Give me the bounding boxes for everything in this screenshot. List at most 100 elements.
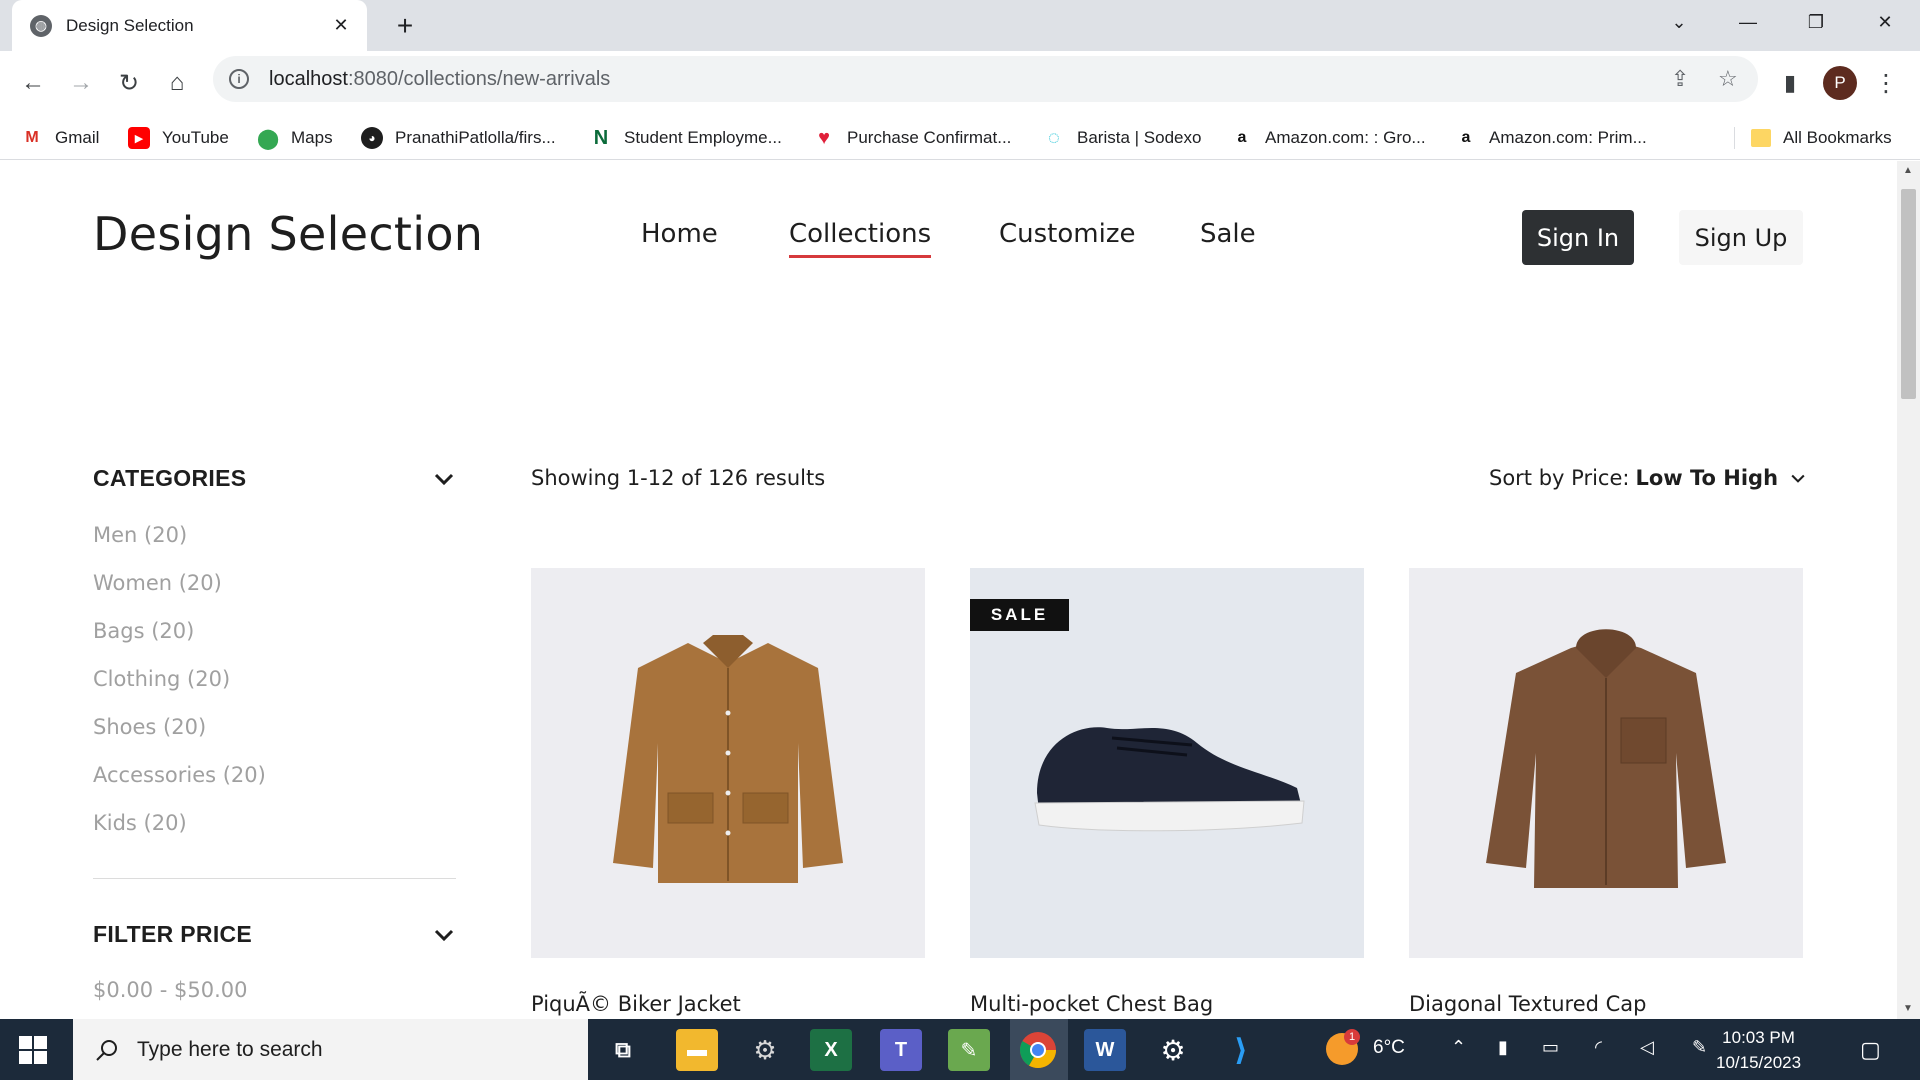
- sort-dropdown[interactable]: Sort by Price: Low To High: [1489, 466, 1808, 490]
- site-brand[interactable]: Design Selection: [93, 207, 483, 261]
- pen-icon[interactable]: ✎: [1692, 1037, 1707, 1058]
- tray-chevron-up-icon[interactable]: ⌃: [1451, 1037, 1466, 1058]
- nav-collections[interactable]: Collections: [789, 219, 932, 258]
- weather-badge: 1: [1344, 1029, 1360, 1045]
- all-bookmarks[interactable]: All Bookmarks: [1751, 123, 1892, 153]
- sale-badge: SALE: [970, 599, 1069, 631]
- category-clothing[interactable]: Clothing (20): [93, 667, 230, 691]
- bookmark-maps[interactable]: ⬤ Maps: [257, 123, 333, 153]
- jacket-image: [613, 635, 843, 883]
- category-men[interactable]: Men (20): [93, 523, 187, 547]
- paint-icon[interactable]: ✎: [948, 1029, 990, 1071]
- chevron-down-icon[interactable]: [432, 467, 456, 491]
- nav-customize[interactable]: Customize: [999, 219, 1135, 249]
- category-shoes[interactable]: Shoes (20): [93, 715, 206, 739]
- sign-in-button[interactable]: Sign In: [1522, 210, 1634, 265]
- bookmark-github[interactable]: ◕ PranathiPatlolla/firs...: [361, 123, 556, 153]
- browser-tabstrip: ◍ Design Selection ✕ + ⌄ — ❐ ✕: [0, 0, 1920, 51]
- task-view-icon[interactable]: ⧉: [602, 1029, 644, 1071]
- taskbar-search[interactable]: Type here to search: [73, 1019, 588, 1080]
- side-panel-icon[interactable]: ▮: [1772, 65, 1808, 101]
- bookmark-student-employment[interactable]: N Student Employme...: [590, 123, 782, 153]
- windows-start-icon[interactable]: [18, 1035, 48, 1065]
- bookmark-purchase[interactable]: ♥ Purchase Confirmat...: [813, 123, 1011, 153]
- tab-title: Design Selection: [66, 15, 194, 35]
- back-icon[interactable]: ←: [15, 65, 51, 101]
- bookmark-label: YouTube: [162, 128, 229, 147]
- bookmark-youtube[interactable]: ▶ YouTube: [128, 123, 229, 153]
- menu-dots-icon[interactable]: ⋮: [1868, 65, 1904, 101]
- excel-icon[interactable]: X: [810, 1029, 852, 1071]
- minimize-icon[interactable]: —: [1720, 0, 1776, 44]
- battery-icon[interactable]: ▭: [1542, 1037, 1559, 1058]
- product-name[interactable]: Diagonal Textured Cap: [1409, 992, 1646, 1016]
- scroll-up-icon[interactable]: ▲: [1903, 165, 1913, 176]
- teams-icon[interactable]: T: [880, 1029, 922, 1071]
- scroll-down-icon[interactable]: ▼: [1903, 1003, 1913, 1014]
- category-kids[interactable]: Kids (20): [93, 811, 187, 835]
- reload-icon[interactable]: ↻: [111, 65, 147, 101]
- bookmark-amazon-prim[interactable]: a Amazon.com: Prim...: [1455, 123, 1647, 153]
- bookmark-amazon-gro[interactable]: a Amazon.com: : Gro...: [1231, 123, 1426, 153]
- window-close-icon[interactable]: ✕: [1857, 0, 1913, 44]
- notifications-icon[interactable]: ▢: [1860, 1037, 1881, 1063]
- bookmarks-divider: [1734, 127, 1735, 149]
- bookmark-gmail[interactable]: M Gmail: [21, 123, 99, 153]
- product-card[interactable]: PiquÃ© Biker Jacket: [531, 568, 925, 1016]
- page-scrollbar[interactable]: ▲ ▼: [1897, 161, 1920, 1019]
- folder-icon: [1751, 129, 1771, 147]
- github-icon: ◕: [361, 127, 383, 149]
- nav-home[interactable]: Home: [641, 219, 718, 249]
- bookmark-star-icon[interactable]: ☆: [1718, 66, 1738, 92]
- product-image-shirt[interactable]: [1409, 568, 1803, 958]
- word-icon[interactable]: W: [1084, 1029, 1126, 1071]
- taskbar-clock[interactable]: 10:03 PM 10/15/2023: [1716, 1025, 1801, 1075]
- sort-label: Sort by Price:: [1489, 466, 1630, 490]
- product-image-jacket[interactable]: [531, 568, 925, 958]
- filter-price-heading: FILTER PRICE: [93, 921, 253, 947]
- all-bookmarks-label: All Bookmarks: [1783, 128, 1892, 147]
- settings-icon[interactable]: ⚙: [1152, 1029, 1194, 1071]
- volume-icon[interactable]: ◁: [1640, 1037, 1654, 1058]
- chevron-down-icon[interactable]: [432, 923, 456, 947]
- forward-icon[interactable]: →: [63, 65, 99, 101]
- weather-temp[interactable]: 6°C: [1373, 1037, 1405, 1059]
- tab-search-icon[interactable]: ⌄: [1651, 0, 1707, 44]
- shirt-image: [1486, 629, 1726, 888]
- address-bar[interactable]: i localhost:8080/collections/new-arrival…: [213, 56, 1758, 102]
- close-tab-icon[interactable]: ✕: [329, 15, 353, 36]
- product-card[interactable]: SALE Multi-pocket Chest Bag: [970, 568, 1364, 1016]
- product-name[interactable]: PiquÃ© Biker Jacket: [531, 992, 741, 1016]
- restore-icon[interactable]: ❐: [1788, 0, 1844, 44]
- nav-sale[interactable]: Sale: [1200, 219, 1256, 249]
- category-bags[interactable]: Bags (20): [93, 619, 194, 643]
- vscode-icon[interactable]: ⟩: [1220, 1029, 1262, 1071]
- category-women[interactable]: Women (20): [93, 571, 222, 595]
- bookmark-barista[interactable]: ◌ Barista | Sodexo: [1043, 123, 1201, 153]
- amazon-icon: a: [1237, 129, 1247, 146]
- sidebar-divider: [93, 878, 456, 879]
- site-info-icon[interactable]: i: [229, 69, 249, 89]
- profile-avatar[interactable]: P: [1823, 66, 1857, 100]
- gmail-icon: M: [25, 129, 39, 146]
- category-accessories[interactable]: Accessories (20): [93, 763, 266, 787]
- scrollbar-thumb[interactable]: [1901, 189, 1916, 399]
- browser-tab[interactable]: ◍ Design Selection ✕: [12, 0, 367, 51]
- sort-value: Low To High: [1635, 466, 1779, 490]
- file-explorer-icon[interactable]: ▬: [676, 1029, 718, 1071]
- page-content: Design Selection Home Collections Custom…: [0, 161, 1897, 1019]
- wifi-icon[interactable]: ◜: [1595, 1037, 1602, 1058]
- microphone-icon[interactable]: ▮: [1498, 1037, 1508, 1058]
- sign-up-button[interactable]: Sign Up: [1679, 210, 1803, 265]
- share-icon[interactable]: ⇪: [1671, 66, 1689, 92]
- new-tab-button[interactable]: +: [388, 9, 422, 43]
- amazon-icon: a: [1461, 129, 1471, 146]
- bookmarks-bar: M Gmail ▶ YouTube ⬤ Maps ◕ PranathiPatlo…: [0, 115, 1920, 160]
- home-icon[interactable]: ⌂: [159, 65, 195, 101]
- product-name[interactable]: Multi-pocket Chest Bag: [970, 992, 1213, 1016]
- price-range[interactable]: $0.00 - $50.00: [93, 978, 248, 1002]
- chrome-icon[interactable]: [1018, 1030, 1058, 1070]
- settings-gear-app-icon[interactable]: ⚙: [744, 1029, 786, 1071]
- product-card[interactable]: Diagonal Textured Cap: [1409, 568, 1803, 1016]
- windows-taskbar: Type here to search ⧉ ▬ ⚙ X T ✎ W ⚙ ⟩ 1 …: [0, 1019, 1920, 1080]
